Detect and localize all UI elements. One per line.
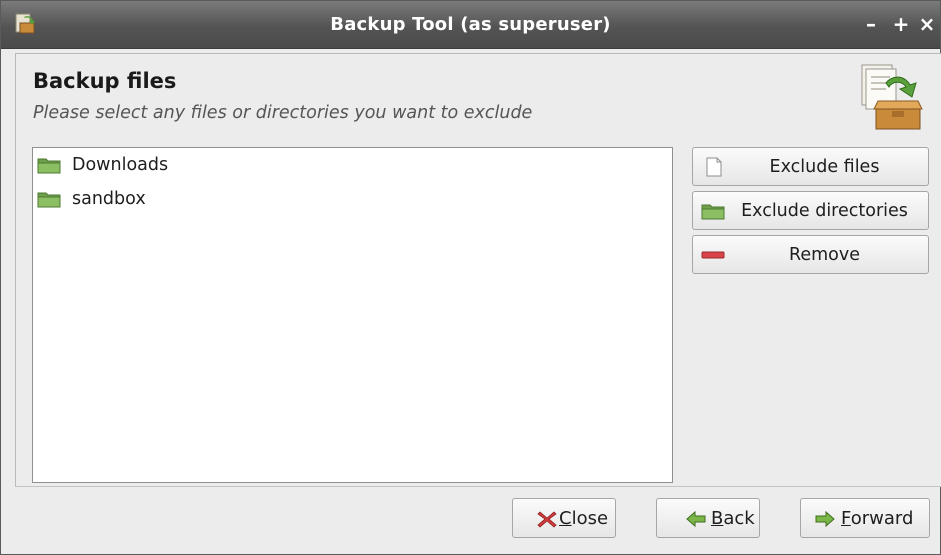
- list-item-label: sandbox: [72, 189, 146, 209]
- back-button[interactable]: Back: [656, 498, 760, 538]
- exclude-directories-label: Exclude directories: [741, 200, 908, 221]
- exclude-list[interactable]: Downloads sandbox: [32, 147, 673, 483]
- forward-label: Forward: [841, 508, 913, 529]
- list-item-label: Downloads: [72, 155, 169, 175]
- page-title: Backup files: [33, 69, 177, 93]
- close-window-button[interactable]: ×: [915, 11, 939, 37]
- close-label: Close: [559, 508, 608, 529]
- remove-button[interactable]: Remove: [692, 235, 929, 274]
- maximize-button[interactable]: +: [889, 11, 913, 37]
- exclude-directories-button[interactable]: Exclude directories: [692, 191, 929, 230]
- close-x-icon: [537, 511, 557, 528]
- close-button[interactable]: Close: [512, 498, 616, 538]
- minimize-button[interactable]: –: [859, 11, 883, 37]
- exclude-files-label: Exclude files: [769, 156, 880, 177]
- backup-tool-window: Backup Tool (as superuser) – + × Backup …: [0, 0, 941, 555]
- folder-icon: [37, 158, 61, 174]
- backup-box-icon: [861, 64, 923, 130]
- remove-label: Remove: [788, 244, 861, 265]
- title-bar[interactable]: Backup Tool (as superuser) – + ×: [1, 1, 940, 49]
- forward-label-rest: orward: [850, 508, 914, 529]
- page-subtitle: Please select any files or directories y…: [33, 103, 533, 123]
- back-label: Back: [711, 508, 755, 529]
- forward-button[interactable]: Forward: [800, 498, 930, 538]
- back-label-rest: ack: [723, 508, 755, 529]
- back-arrow-icon: [686, 510, 706, 528]
- back-mnemonic: B: [711, 508, 724, 529]
- forward-mnemonic: F: [841, 508, 851, 529]
- forward-arrow-icon: [815, 510, 835, 528]
- exclude-files-button[interactable]: Exclude files: [692, 147, 929, 186]
- folder-icon: [37, 192, 61, 208]
- close-mnemonic: C: [559, 508, 572, 529]
- list-item[interactable]: sandbox: [35, 184, 670, 214]
- window-title: Backup Tool (as superuser): [330, 14, 611, 35]
- footer-separator: [15, 486, 941, 487]
- list-item[interactable]: Downloads: [35, 150, 670, 180]
- close-label-rest: lose: [571, 508, 609, 529]
